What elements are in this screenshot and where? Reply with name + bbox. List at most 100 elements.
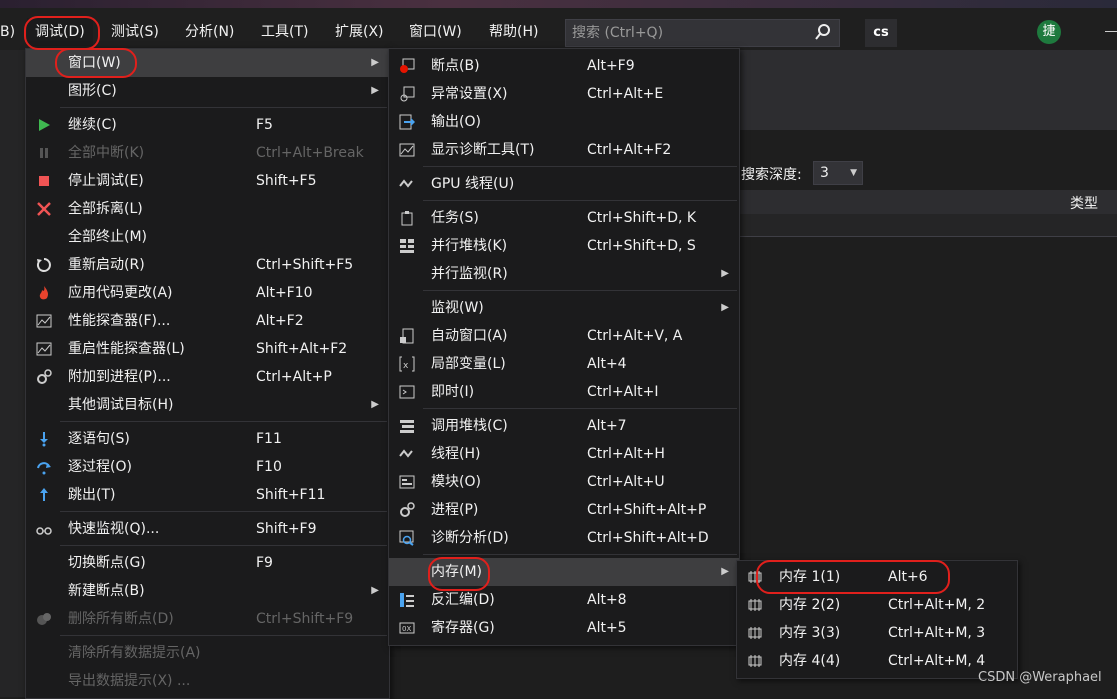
glasses-icon (36, 527, 52, 535)
output-icon (399, 114, 415, 130)
menu-item-gpu-threads[interactable]: GPU 线程(U) (389, 170, 739, 198)
menu-item-clear-datatips[interactable]: 清除所有数据提示(A) (26, 639, 389, 667)
column-header-row (737, 190, 1117, 215)
menu-item-graphics[interactable]: 图形(C) ▶ (26, 77, 389, 105)
menu-item-step-over[interactable]: 逐过程(O) F10 (26, 453, 389, 481)
pause-icon (40, 148, 48, 158)
menu-item-memory-2[interactable]: 内存 2(2) Ctrl+Alt+M, 2 (737, 591, 1017, 619)
step-out-icon (40, 488, 48, 501)
menu-item-continue[interactable]: 继续(C) F5 (26, 111, 389, 139)
menu-item-modules[interactable]: 模块(O) Ctrl+Alt+U (389, 468, 739, 496)
processes-icon (400, 502, 415, 517)
search-placeholder: 搜索 (Ctrl+Q) (572, 25, 664, 41)
menu-fragment: B) (0, 24, 16, 40)
menu-item-threads[interactable]: 线程(H) Ctrl+Alt+H (389, 440, 739, 468)
search-input[interactable]: 搜索 (Ctrl+Q) (565, 19, 840, 47)
immediate-icon (399, 385, 415, 399)
menu-item-autos[interactable]: 自动窗口(A) Ctrl+Alt+V, A (389, 322, 739, 350)
solution-badge: cs (865, 19, 897, 47)
parallel-stacks-icon (400, 239, 414, 253)
close-icon (37, 202, 51, 216)
chevron-right-icon: ▶ (721, 268, 729, 279)
table-row (737, 214, 1117, 237)
menu-item-step-into[interactable]: 逐语句(S) F11 (26, 425, 389, 453)
menu-help[interactable]: 帮助(H) (481, 18, 546, 46)
menu-window[interactable]: 窗口(W) (401, 18, 470, 46)
chevron-right-icon: ▶ (371, 399, 379, 410)
menu-item-toggle-breakpoint[interactable]: 切换断点(G) F9 (26, 549, 389, 577)
menu-item-detach-all[interactable]: 全部拆离(L) (26, 195, 389, 223)
menu-test[interactable]: 测试(S) (103, 18, 167, 46)
svg-text:x: x (403, 361, 409, 371)
menu-item-show-diagnostic-tools[interactable]: 显示诊断工具(T) Ctrl+Alt+F2 (389, 136, 739, 164)
menu-item-export-datatips[interactable]: 导出数据提示(X) ... (26, 667, 389, 695)
disassembly-icon (400, 593, 414, 607)
registers-icon: 0X (399, 622, 415, 634)
watermark: CSDN @Weraphael (978, 670, 1102, 685)
restart-icon (36, 258, 51, 272)
menu-item-processes[interactable]: 进程(P) Ctrl+Shift+Alt+P (389, 496, 739, 524)
svg-text:0X: 0X (402, 625, 411, 633)
search-icon[interactable] (815, 24, 831, 40)
step-over-icon (37, 462, 51, 475)
menu-item-output[interactable]: 输出(O) (389, 108, 739, 136)
menu-item-locals[interactable]: x 局部变量(L) Alt+4 (389, 350, 739, 378)
menu-item-diagnostic-analysis[interactable]: 诊断分析(D) Ctrl+Shift+Alt+D (389, 524, 739, 552)
menu-item-attach-process[interactable]: 附加到进程(P)... Ctrl+Alt+P (26, 363, 389, 391)
menu-item-exception-settings[interactable]: 异常设置(X) Ctrl+Alt+E (389, 80, 739, 108)
play-icon (39, 119, 50, 131)
menu-analyze[interactable]: 分析(N) (177, 18, 242, 46)
menu-item-memory-3[interactable]: 内存 3(3) Ctrl+Alt+M, 3 (737, 619, 1017, 647)
menu-item-step-out[interactable]: 跳出(T) Shift+F11 (26, 481, 389, 509)
annotation-circle-memory-1 (756, 560, 950, 594)
menu-item-terminate-all[interactable]: 全部终止(M) (26, 223, 389, 251)
menu-item-quick-watch[interactable]: 快速监视(Q)... Shift+F9 (26, 515, 389, 543)
diagnostic-icon (399, 143, 415, 157)
menu-item-parallel-watch[interactable]: 并行监视(R) ▶ (389, 260, 739, 288)
stop-icon (39, 176, 49, 186)
search-depth-label: 搜索深度: (741, 167, 802, 183)
menu-item-restart-profiler[interactable]: 重启性能探查器(L) Shift+Alt+F2 (26, 335, 389, 363)
menu-tools[interactable]: 工具(T) (253, 18, 316, 46)
title-strip (0, 0, 1117, 8)
menu-item-call-stack[interactable]: 调用堆栈(C) Alt+7 (389, 412, 739, 440)
tasks-icon (401, 211, 413, 226)
chevron-right-icon: ▶ (371, 85, 379, 96)
gears-icon (37, 369, 52, 384)
menu-item-restart[interactable]: 重新启动(R) Ctrl+Shift+F5 (26, 251, 389, 279)
menu-item-memory-4[interactable]: 内存 4(4) Ctrl+Alt+M, 4 (737, 647, 1017, 675)
menu-item-parallel-stacks[interactable]: 并行堆栈(K) Ctrl+Shift+D, S (389, 232, 739, 260)
debug-menu: 窗口(W) ▶ 图形(C) ▶ 继续(C) F5 全部中断(K) Ctrl+Alt+Br… (25, 48, 390, 699)
column-header-type[interactable]: 类型 (1070, 193, 1098, 213)
chevron-right-icon: ▶ (721, 566, 729, 577)
menu-item-new-breakpoint[interactable]: 新建断点(B) ▶ (26, 577, 389, 605)
menu-item-other-targets[interactable]: 其他调试目标(H) ▶ (26, 391, 389, 419)
menu-item-break-all[interactable]: 全部中断(K) Ctrl+Alt+Break (26, 139, 389, 167)
menu-extensions[interactable]: 扩展(X) (327, 18, 392, 46)
minimize-icon[interactable] (1105, 31, 1117, 32)
menu-item-stop-debugging[interactable]: 停止调试(E) Shift+F5 (26, 167, 389, 195)
chevron-right-icon: ▶ (371, 585, 379, 596)
menu-item-profiler[interactable]: 性能探查器(F)... Alt+F2 (26, 307, 389, 335)
menu-item-delete-all-breakpoints[interactable]: 删除所有断点(D) Ctrl+Shift+F9 (26, 605, 389, 633)
modules-icon (399, 475, 415, 489)
autos-icon (400, 328, 414, 344)
chevron-down-icon: ▼ (850, 168, 857, 178)
profiler-icon (36, 314, 52, 328)
delete-breakpoints-icon (37, 613, 51, 625)
threads-icon (399, 449, 413, 458)
avatar[interactable]: 捷 (1037, 20, 1061, 44)
menu-item-watch[interactable]: 监视(W) ▶ (389, 294, 739, 322)
exception-icon (400, 86, 415, 102)
menu-item-tasks[interactable]: 任务(S) Ctrl+Shift+D, K (389, 204, 739, 232)
menu-item-apply-code-changes[interactable]: 应用代码更改(A) Alt+F10 (26, 279, 389, 307)
gpu-threads-icon (399, 179, 413, 188)
menu-item-immediate[interactable]: 即时(I) Ctrl+Alt+I (389, 378, 739, 406)
menu-item-breakpoints[interactable]: 断点(B) Alt+F9 (389, 52, 739, 80)
menu-item-registers[interactable]: 0X 寄存器(G) Alt+5 (389, 614, 739, 642)
call-stack-icon (400, 420, 414, 433)
chevron-right-icon: ▶ (721, 302, 729, 313)
background-toolbar (737, 50, 1117, 130)
editor-left-pane (0, 50, 25, 697)
search-depth-dropdown[interactable]: 3 ▼ (813, 161, 863, 185)
